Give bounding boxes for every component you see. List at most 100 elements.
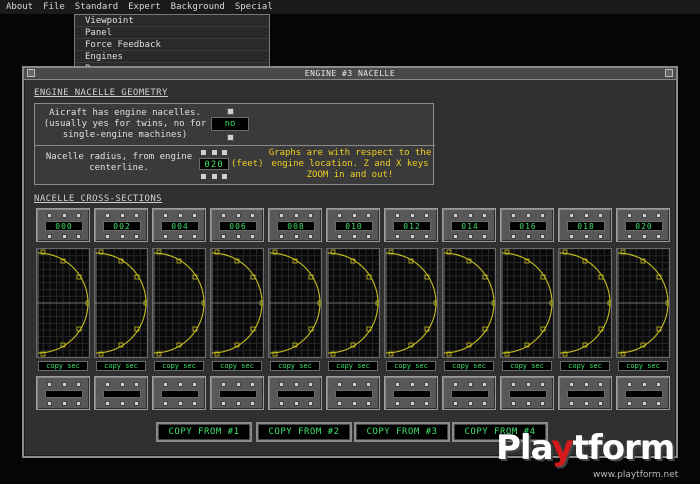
copy-sec-button[interactable]: copy sec: [328, 361, 378, 371]
lower-value-field[interactable]: [509, 390, 547, 398]
menu-expert[interactable]: Expert: [128, 2, 161, 12]
menu-about[interactable]: About: [6, 2, 33, 12]
lower-up-arrows[interactable]: [279, 382, 313, 387]
station-down-arrows[interactable]: [105, 234, 139, 239]
station-up-arrows[interactable]: [105, 213, 139, 218]
copy-sec-button[interactable]: copy sec: [560, 361, 610, 371]
station-down-arrows[interactable]: [511, 234, 545, 239]
station-up-arrows[interactable]: [569, 213, 603, 218]
station-value[interactable]: 006: [219, 221, 257, 231]
lower-value-field[interactable]: [161, 390, 199, 398]
menu-item-engines[interactable]: Engines: [75, 51, 269, 63]
lower-value-field[interactable]: [103, 390, 141, 398]
copy-sec-button[interactable]: copy sec: [38, 361, 88, 371]
station-down-arrows[interactable]: [627, 234, 661, 239]
copy-from-3-button[interactable]: COPY FROM #3: [354, 422, 450, 442]
lower-up-arrows[interactable]: [569, 382, 603, 387]
station-up-arrows[interactable]: [47, 213, 81, 218]
copy-from-2-button[interactable]: COPY FROM #2: [256, 422, 352, 442]
lower-up-arrows[interactable]: [395, 382, 429, 387]
station-up-arrows[interactable]: [627, 213, 661, 218]
menu-special[interactable]: Special: [235, 2, 273, 12]
copy-sec-button[interactable]: copy sec: [154, 361, 204, 371]
station-value[interactable]: 000: [45, 221, 83, 231]
cross-section-graph[interactable]: [326, 248, 380, 358]
lower-down-arrows[interactable]: [337, 401, 371, 406]
menu-background[interactable]: Background: [171, 2, 225, 12]
lower-down-arrows[interactable]: [221, 401, 255, 406]
lower-up-arrows[interactable]: [105, 382, 139, 387]
lower-up-arrows[interactable]: [511, 382, 545, 387]
copy-from-1-button[interactable]: COPY FROM #1: [156, 422, 252, 442]
lower-value-field[interactable]: [451, 390, 489, 398]
lower-up-arrows[interactable]: [337, 382, 371, 387]
window-titlebar[interactable]: ENGINE #3 NACELLE: [24, 68, 676, 80]
lower-down-arrows[interactable]: [511, 401, 545, 406]
menu-file[interactable]: File: [43, 2, 65, 12]
radius-value[interactable]: 020: [199, 158, 229, 170]
lower-up-arrows[interactable]: [627, 382, 661, 387]
copy-sec-button[interactable]: copy sec: [502, 361, 552, 371]
station-value[interactable]: 010: [335, 221, 373, 231]
cross-section-graph[interactable]: [442, 248, 496, 358]
nacelle-value[interactable]: no: [211, 117, 249, 131]
lower-down-arrows[interactable]: [163, 401, 197, 406]
lower-down-arrows[interactable]: [453, 401, 487, 406]
radius-down-arrows[interactable]: [201, 174, 227, 179]
station-down-arrows[interactable]: [221, 234, 255, 239]
lower-value-field[interactable]: [625, 390, 663, 398]
station-value[interactable]: 020: [625, 221, 663, 231]
cross-section-graph[interactable]: [616, 248, 670, 358]
lower-up-arrows[interactable]: [221, 382, 255, 387]
lower-up-arrows[interactable]: [453, 382, 487, 387]
station-value[interactable]: 004: [161, 221, 199, 231]
station-value[interactable]: 018: [567, 221, 605, 231]
station-value[interactable]: 008: [277, 221, 315, 231]
station-value[interactable]: 014: [451, 221, 489, 231]
lower-up-arrows[interactable]: [47, 382, 81, 387]
menu-item-panel[interactable]: Panel: [75, 27, 269, 39]
station-up-arrows[interactable]: [221, 213, 255, 218]
station-up-arrows[interactable]: [395, 213, 429, 218]
lower-value-field[interactable]: [277, 390, 315, 398]
cross-section-graph[interactable]: [152, 248, 206, 358]
lower-value-field[interactable]: [393, 390, 431, 398]
station-up-arrows[interactable]: [337, 213, 371, 218]
cross-section-graph[interactable]: [210, 248, 264, 358]
copy-sec-button[interactable]: copy sec: [212, 361, 262, 371]
station-down-arrows[interactable]: [337, 234, 371, 239]
station-up-arrows[interactable]: [511, 213, 545, 218]
copy-sec-button[interactable]: copy sec: [96, 361, 146, 371]
copy-sec-button[interactable]: copy sec: [386, 361, 436, 371]
menu-item-force-feedback[interactable]: Force Feedback: [75, 39, 269, 51]
lower-value-field[interactable]: [335, 390, 373, 398]
nacelle-up-arrow[interactable]: [227, 108, 234, 115]
copy-sec-button[interactable]: copy sec: [270, 361, 320, 371]
lower-up-arrows[interactable]: [163, 382, 197, 387]
station-down-arrows[interactable]: [453, 234, 487, 239]
station-value[interactable]: 016: [509, 221, 547, 231]
cross-section-graph[interactable]: [268, 248, 322, 358]
station-down-arrows[interactable]: [163, 234, 197, 239]
lower-down-arrows[interactable]: [395, 401, 429, 406]
lower-down-arrows[interactable]: [105, 401, 139, 406]
lower-down-arrows[interactable]: [279, 401, 313, 406]
cross-section-graph[interactable]: [384, 248, 438, 358]
station-down-arrows[interactable]: [279, 234, 313, 239]
station-down-arrows[interactable]: [569, 234, 603, 239]
station-value[interactable]: 012: [393, 221, 431, 231]
cross-section-graph[interactable]: [500, 248, 554, 358]
station-value[interactable]: 002: [103, 221, 141, 231]
cross-section-graph[interactable]: [558, 248, 612, 358]
station-up-arrows[interactable]: [163, 213, 197, 218]
lower-down-arrows[interactable]: [627, 401, 661, 406]
lower-value-field[interactable]: [567, 390, 605, 398]
menu-item-viewpoint[interactable]: Viewpoint: [75, 15, 269, 27]
lower-down-arrows[interactable]: [47, 401, 81, 406]
lower-down-arrows[interactable]: [569, 401, 603, 406]
station-down-arrows[interactable]: [395, 234, 429, 239]
close-box-icon[interactable]: [27, 69, 35, 77]
station-down-arrows[interactable]: [47, 234, 81, 239]
cross-section-graph[interactable]: [36, 248, 90, 358]
copy-sec-button[interactable]: copy sec: [444, 361, 494, 371]
